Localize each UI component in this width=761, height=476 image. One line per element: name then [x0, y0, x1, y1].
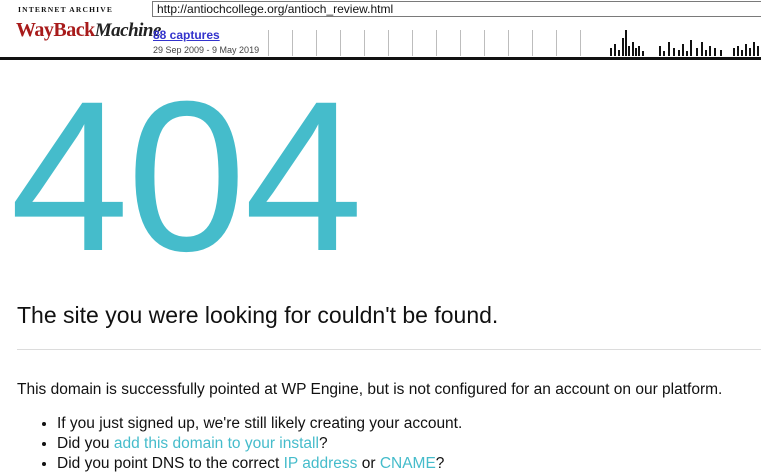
ip-address-link[interactable]: IP address [284, 455, 358, 472]
logo-machine-word: Machine [94, 20, 162, 41]
not-found-headline: The site you were looking for couldn't b… [17, 302, 499, 328]
logo-internet-archive-text: INTERNET ARCHIVE [18, 5, 114, 14]
list-item-text: If you just signed up, we're still likel… [57, 415, 463, 432]
list-item-text: or [357, 455, 380, 472]
divider [17, 349, 761, 350]
wayback-url-input[interactable]: http://antiochcollege.org/antioch_review… [152, 1, 761, 17]
capture-date-range: 29 Sep 2009 - 9 May 2019 [153, 45, 260, 55]
logo-wayback-machine-text: WayBackMachine [16, 16, 161, 45]
logo-wayback-word: WayBack [16, 19, 95, 41]
list-item-text: Did you [57, 435, 114, 452]
list-item: Did you point DNS to the correct IP addr… [57, 454, 462, 474]
captures-link[interactable]: 88 captures [153, 28, 220, 42]
list-item: If you just signed up, we're still likel… [57, 414, 462, 434]
wayback-logo[interactable]: INTERNET ARCHIVE WayBackMachine [16, 5, 161, 47]
list-item-text: Did you point DNS to the correct [57, 455, 284, 472]
add-domain-link[interactable]: add this domain to your install [114, 435, 319, 452]
list-item: Did you add this domain to your install? [57, 434, 462, 454]
list-item-text: ? [318, 435, 328, 452]
wayback-toolbar: INTERNET ARCHIVE WayBackMachine http://a… [0, 0, 761, 60]
list-item-text: ? [435, 455, 445, 472]
help-list: If you just signed up, we're still likel… [17, 414, 462, 474]
capture-sparkline[interactable] [268, 26, 761, 56]
error-code-heading: 404 [10, 57, 363, 296]
cname-link[interactable]: CNAME [380, 455, 436, 472]
intro-paragraph: This domain is successfully pointed at W… [17, 381, 723, 398]
